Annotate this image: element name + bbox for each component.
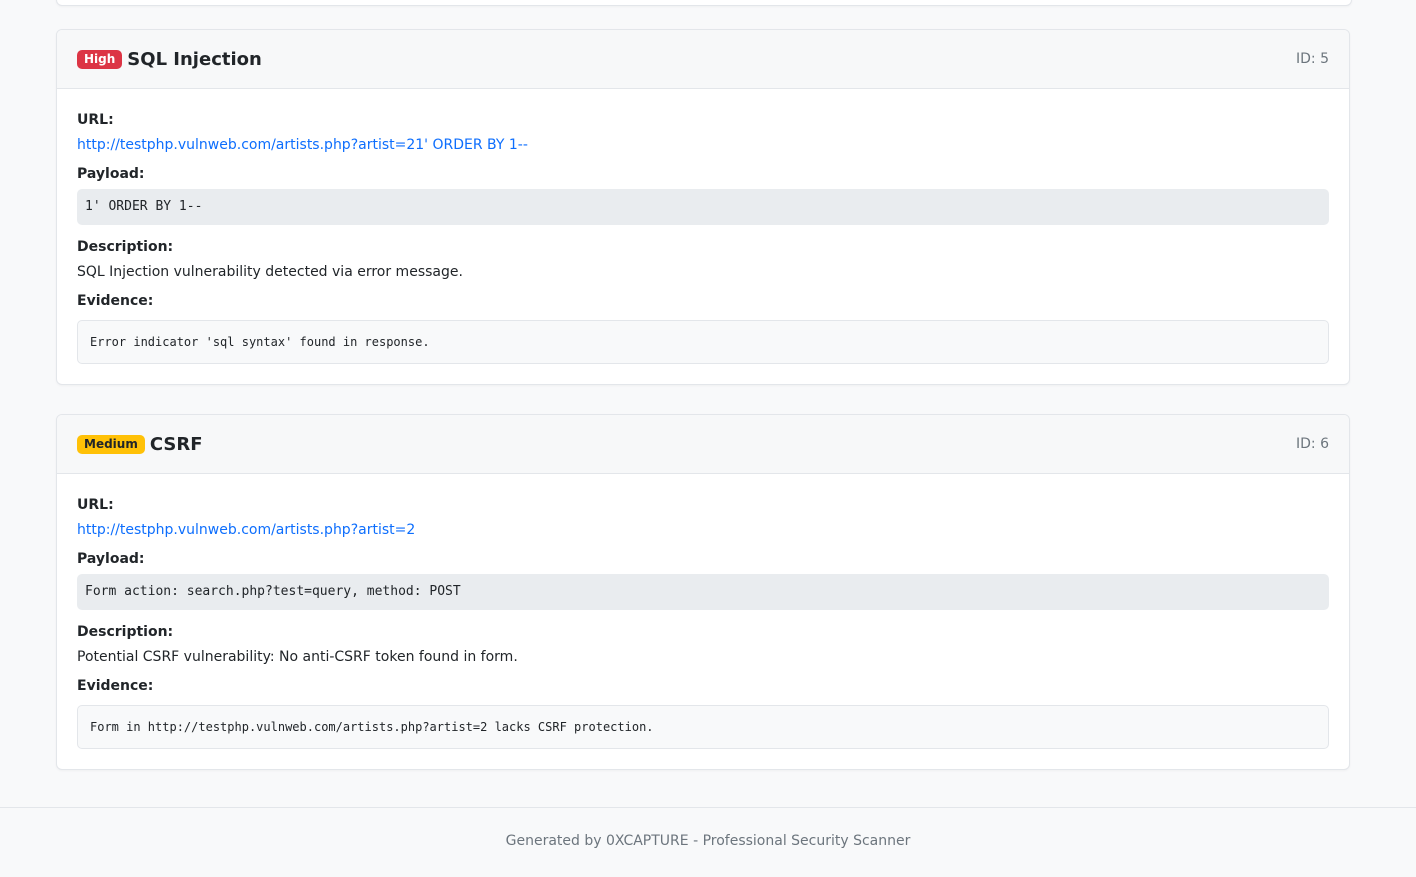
finding-body: URL: http://testphp.vulnweb.com/artists.… (57, 89, 1349, 384)
finding-header: High SQL Injection ID: 5 (57, 30, 1349, 89)
finding-title: SQL Injection (127, 48, 262, 70)
payload-code: Form action: search.php?test=query, meth… (77, 574, 1329, 610)
finding-title-group: Medium CSRF (77, 434, 203, 455)
description-label: Description: (77, 239, 174, 255)
finding-id: ID: 6 (1296, 436, 1329, 452)
evidence-block: Form in http://testphp.vulnweb.com/artis… (77, 705, 1329, 749)
evidence-label: Evidence: (77, 678, 154, 694)
finding-body: URL: http://testphp.vulnweb.com/artists.… (57, 474, 1349, 769)
severity-badge: Medium (77, 434, 145, 454)
report-footer: Generated by 0XCAPTURE - Professional Se… (0, 807, 1416, 877)
finding-title-group: High SQL Injection (77, 49, 262, 70)
finding-id: ID: 5 (1296, 51, 1329, 67)
description-text: Potential CSRF vulnerability: No anti-CS… (77, 649, 518, 665)
finding-header: Medium CSRF ID: 6 (57, 415, 1349, 474)
finding-card-sql-injection: High SQL Injection ID: 5 URL: http://tes… (56, 29, 1350, 385)
evidence-label: Evidence: (77, 293, 154, 309)
description-text: SQL Injection vulnerability detected via… (77, 264, 463, 280)
evidence-block: Error indicator 'sql syntax' found in re… (77, 320, 1329, 364)
payload-label: Payload: (77, 551, 145, 567)
finding-url-link[interactable]: http://testphp.vulnweb.com/artists.php?a… (77, 521, 1329, 539)
severity-badge: High (77, 49, 123, 69)
description-label: Description: (77, 624, 174, 640)
footer-text: Generated by 0XCAPTURE - Professional Se… (505, 833, 911, 849)
finding-card-csrf: Medium CSRF ID: 6 URL: http://testphp.vu… (56, 414, 1350, 770)
url-label: URL: (77, 112, 114, 128)
url-label: URL: (77, 497, 114, 513)
payload-code: 1' ORDER BY 1-- (77, 189, 1329, 225)
finding-title: CSRF (149, 433, 203, 455)
finding-url-link[interactable]: http://testphp.vulnweb.com/artists.php?a… (77, 136, 1329, 154)
previous-finding-card (56, 0, 1352, 6)
payload-label: Payload: (77, 166, 145, 182)
